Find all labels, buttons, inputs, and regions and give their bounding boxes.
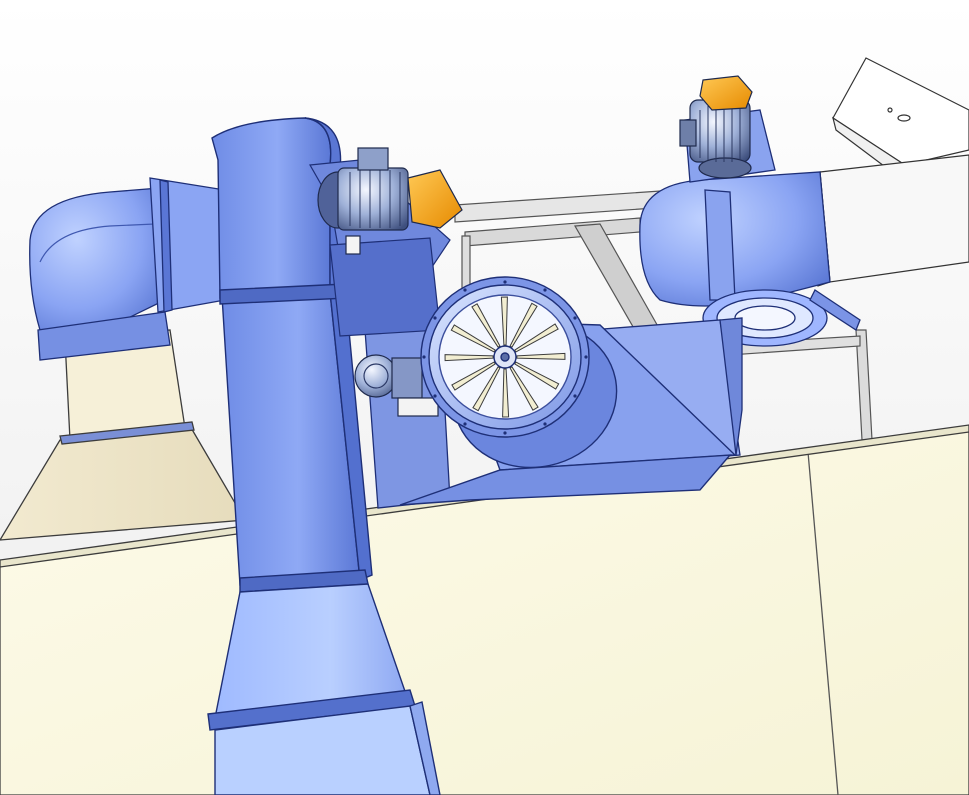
cad-viewport[interactable]: [0, 0, 969, 795]
